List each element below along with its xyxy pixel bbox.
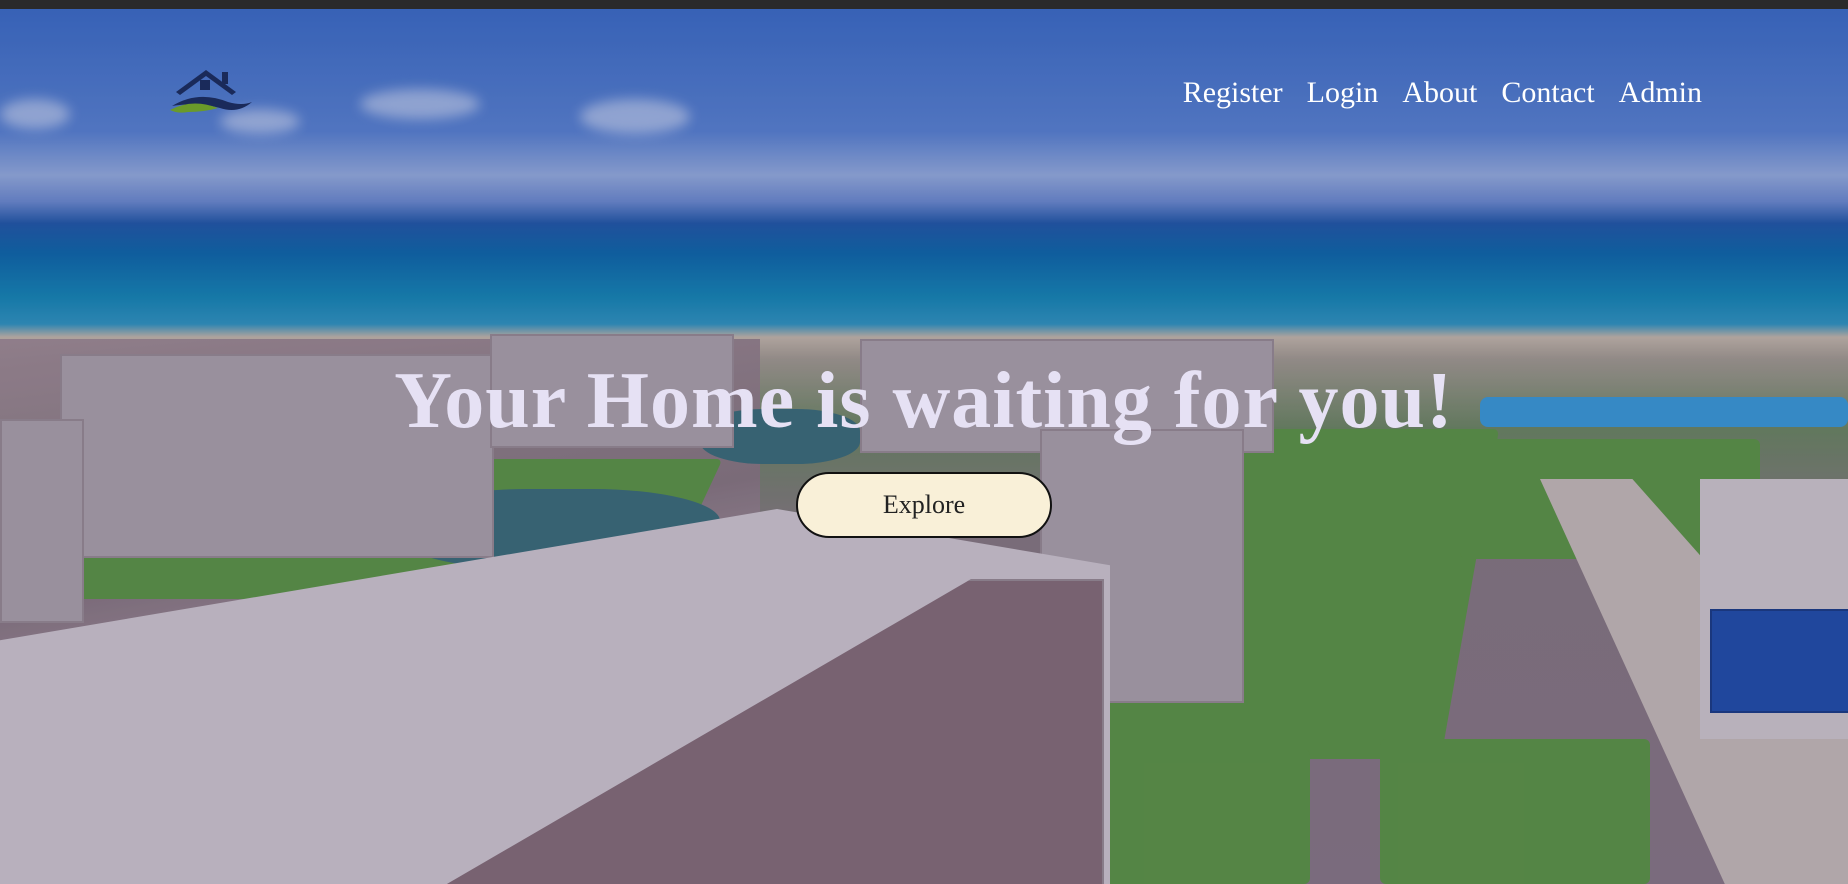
nav-register-link[interactable]: Register [1183, 76, 1283, 110]
nav-admin-link[interactable]: Admin [1619, 76, 1702, 110]
nav-contact-link[interactable]: Contact [1501, 76, 1594, 110]
hero-headline: Your Home is waiting for you! [394, 357, 1454, 445]
explore-button[interactable]: Explore [796, 472, 1052, 538]
house-logo-icon[interactable] [168, 62, 254, 122]
nav-login-link[interactable]: Login [1307, 76, 1379, 110]
main-nav: Register Login About Contact Admin [1183, 76, 1702, 110]
top-bar [0, 0, 1848, 9]
nav-about-link[interactable]: About [1402, 76, 1477, 110]
